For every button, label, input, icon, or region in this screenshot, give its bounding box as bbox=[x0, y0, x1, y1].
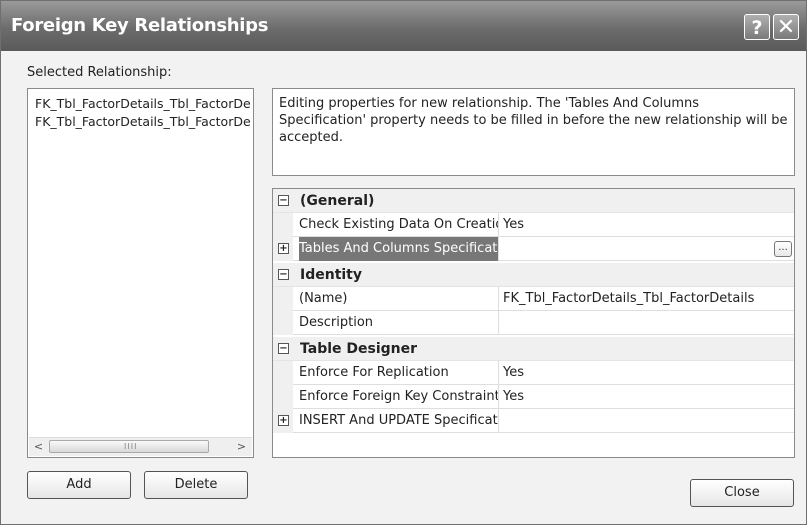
help-icon: ? bbox=[751, 17, 763, 39]
scroll-right-icon[interactable]: > bbox=[234, 439, 249, 454]
selected-relationship-label: Selected Relationship: bbox=[27, 65, 172, 80]
horizontal-scrollbar[interactable]: < IIII > bbox=[29, 437, 252, 456]
property-value[interactable]: Yes bbox=[503, 385, 524, 409]
relationship-list[interactable]: FK_Tbl_FactorDetails_Tbl_FactorDetails F… bbox=[27, 88, 254, 458]
property-name: INSERT And UPDATE Specification bbox=[299, 409, 499, 433]
foreign-key-relationships-dialog: Foreign Key Relationships ? ✕ Selected R… bbox=[0, 0, 807, 525]
title-bar[interactable]: Foreign Key Relationships ? ✕ bbox=[1, 1, 806, 51]
help-button[interactable]: ? bbox=[744, 14, 770, 40]
close-icon: ✕ bbox=[776, 15, 796, 40]
property-value[interactable]: Yes bbox=[503, 361, 524, 385]
property-name: Tables And Columns Specification bbox=[299, 237, 499, 261]
delete-button[interactable]: Delete bbox=[144, 471, 248, 499]
list-item[interactable]: FK_Tbl_FactorDetails_Tbl_FactorDetails bbox=[35, 96, 250, 111]
property-row-selected[interactable]: + Tables And Columns Specification ... bbox=[273, 237, 794, 261]
property-row[interactable]: (Name) FK_Tbl_FactorDetails_Tbl_FactorDe… bbox=[273, 287, 794, 311]
category-identity[interactable]: − Identity bbox=[273, 263, 794, 287]
property-grid[interactable]: − (General) Check Existing Data On Creat… bbox=[272, 188, 795, 458]
ellipsis-button[interactable]: ... bbox=[774, 241, 792, 257]
scrollbar-thumb[interactable]: IIII bbox=[49, 440, 209, 453]
property-name: Enforce For Replication bbox=[299, 361, 499, 385]
collapse-icon[interactable]: − bbox=[278, 195, 289, 206]
property-value[interactable]: Yes bbox=[503, 213, 524, 237]
property-name: Description bbox=[299, 311, 499, 335]
category-label: Identity bbox=[300, 267, 363, 283]
category-label: (General) bbox=[300, 193, 375, 209]
property-value[interactable]: FK_Tbl_FactorDetails_Tbl_FactorDetails bbox=[503, 287, 754, 311]
property-row[interactable]: Enforce Foreign Key Constraint Yes bbox=[273, 385, 794, 409]
property-row[interactable]: + INSERT And UPDATE Specification bbox=[273, 409, 794, 433]
category-general[interactable]: − (General) bbox=[273, 189, 794, 213]
description-box: Editing properties for new relationship.… bbox=[272, 88, 795, 176]
title-close-button[interactable]: ✕ bbox=[773, 14, 799, 40]
grip-icon: IIII bbox=[124, 442, 138, 451]
category-table-designer[interactable]: − Table Designer bbox=[273, 337, 794, 361]
add-button[interactable]: Add bbox=[27, 471, 131, 499]
window-title: Foreign Key Relationships bbox=[11, 15, 269, 36]
collapse-icon[interactable]: − bbox=[278, 343, 289, 354]
scroll-left-icon[interactable]: < bbox=[31, 439, 46, 454]
property-row[interactable]: Check Existing Data On Creation Or Re-En… bbox=[273, 213, 794, 237]
property-row[interactable]: Description bbox=[273, 311, 794, 335]
property-name: Enforce Foreign Key Constraint bbox=[299, 385, 499, 409]
expand-icon[interactable]: + bbox=[278, 415, 289, 426]
close-button[interactable]: Close bbox=[690, 479, 794, 507]
collapse-icon[interactable]: − bbox=[278, 269, 289, 280]
property-row[interactable]: Enforce For Replication Yes bbox=[273, 361, 794, 385]
expand-icon[interactable]: + bbox=[278, 243, 289, 254]
category-label: Table Designer bbox=[300, 341, 418, 357]
list-item[interactable]: FK_Tbl_FactorDetails_Tbl_FactorDetails bbox=[35, 114, 250, 129]
property-name: (Name) bbox=[299, 287, 499, 311]
property-name: Check Existing Data On Creation Or Re-En… bbox=[299, 213, 499, 237]
